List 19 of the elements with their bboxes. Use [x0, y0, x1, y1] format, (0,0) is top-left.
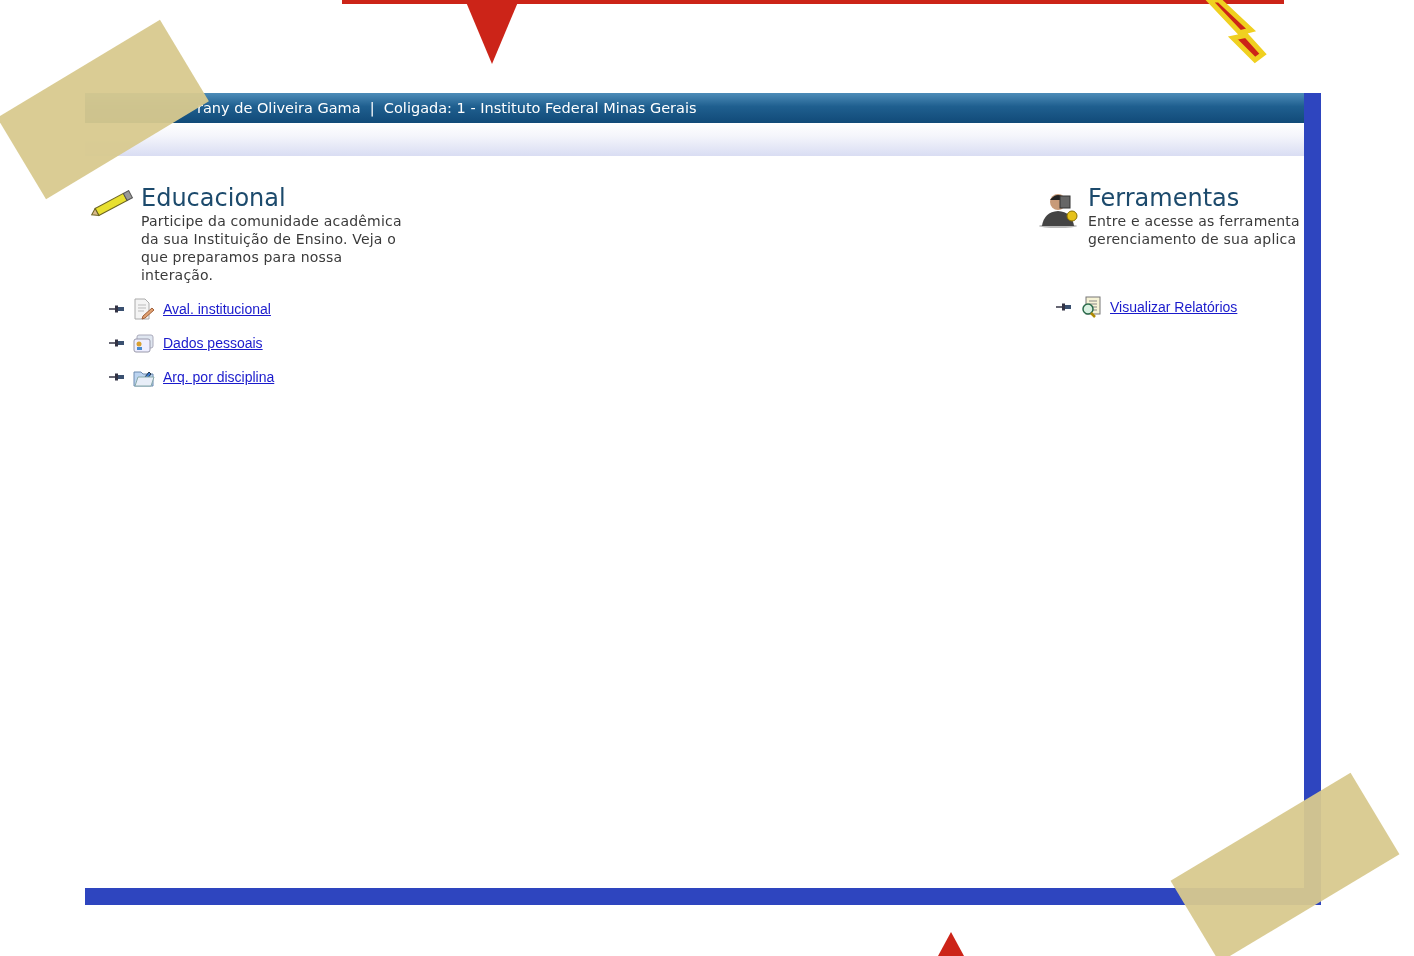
triangle-marker: [938, 932, 964, 956]
user-info-text: rany de Oliveira Gama | Coligada: 1 - Instituto Federal Minas Gerais: [197, 100, 697, 116]
id-card-icon: [133, 332, 155, 354]
pin-icon: [109, 338, 125, 348]
pin-icon: [1056, 302, 1072, 312]
triangle-marker: [466, 2, 518, 64]
pencil-icon: [89, 190, 135, 218]
section-title: Ferramentas: [1088, 184, 1241, 212]
document-pencil-icon: [133, 298, 155, 320]
section-description: Participe da comunidade acadêmica da sua Instituição de Ensino. Veja o que preparamos para nossa interação.: [141, 212, 402, 284]
pin-icon: [109, 372, 125, 382]
menu-link[interactable]: Dados pessoais: [163, 335, 263, 351]
menu-link[interactable]: Aval. institucional: [163, 301, 271, 317]
menu-link[interactable]: Arq. por disciplina: [163, 369, 275, 385]
section-title: Educacional: [141, 184, 287, 212]
menu-link[interactable]: Visualizar Relatórios: [1110, 299, 1238, 315]
pin-icon: [109, 304, 125, 314]
report-magnifier-icon: [1080, 296, 1102, 318]
section-description: Entre e acesse as ferramenta gerenciamento de sua aplica: [1088, 212, 1300, 248]
